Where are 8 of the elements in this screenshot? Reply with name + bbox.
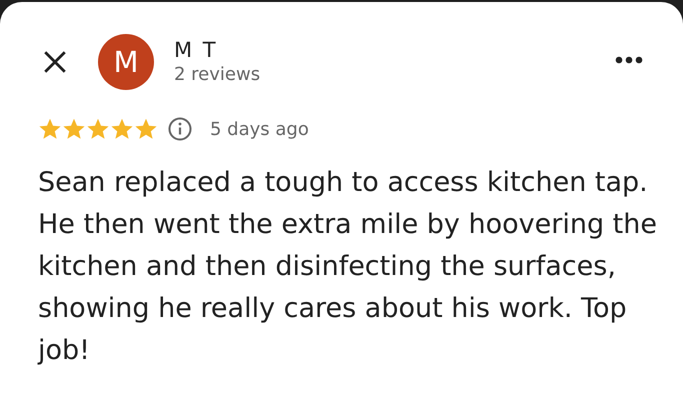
close-icon[interactable] (42, 49, 68, 75)
avatar: M (98, 34, 154, 90)
info-icon[interactable] (168, 117, 192, 141)
review-date: 5 days ago (210, 118, 309, 140)
review-count[interactable]: 2 reviews (174, 63, 615, 87)
more-icon[interactable] (615, 56, 643, 64)
review-text: Sean replaced a tough to access kitchen tap. He then went the extra mile by hoovering the kitchen and then disinfecting the surfaces, showing he really cares about his work. Top job! (38, 166, 658, 368)
reviewer-name: M T (174, 37, 219, 63)
